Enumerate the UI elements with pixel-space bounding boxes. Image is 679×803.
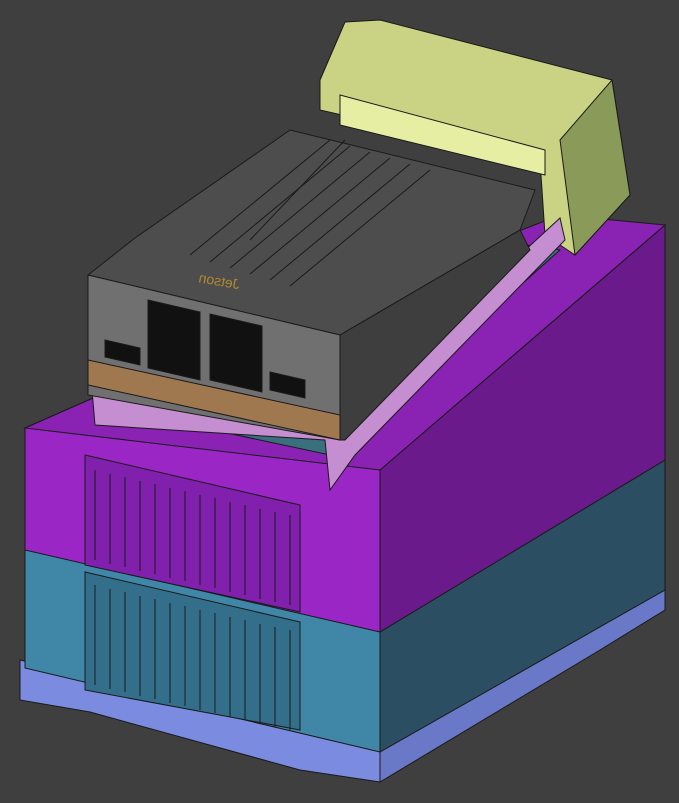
cad-model[interactable]: Jetson — [0, 0, 679, 798]
cad-viewport[interactable]: Jetson — [0, 0, 679, 798]
